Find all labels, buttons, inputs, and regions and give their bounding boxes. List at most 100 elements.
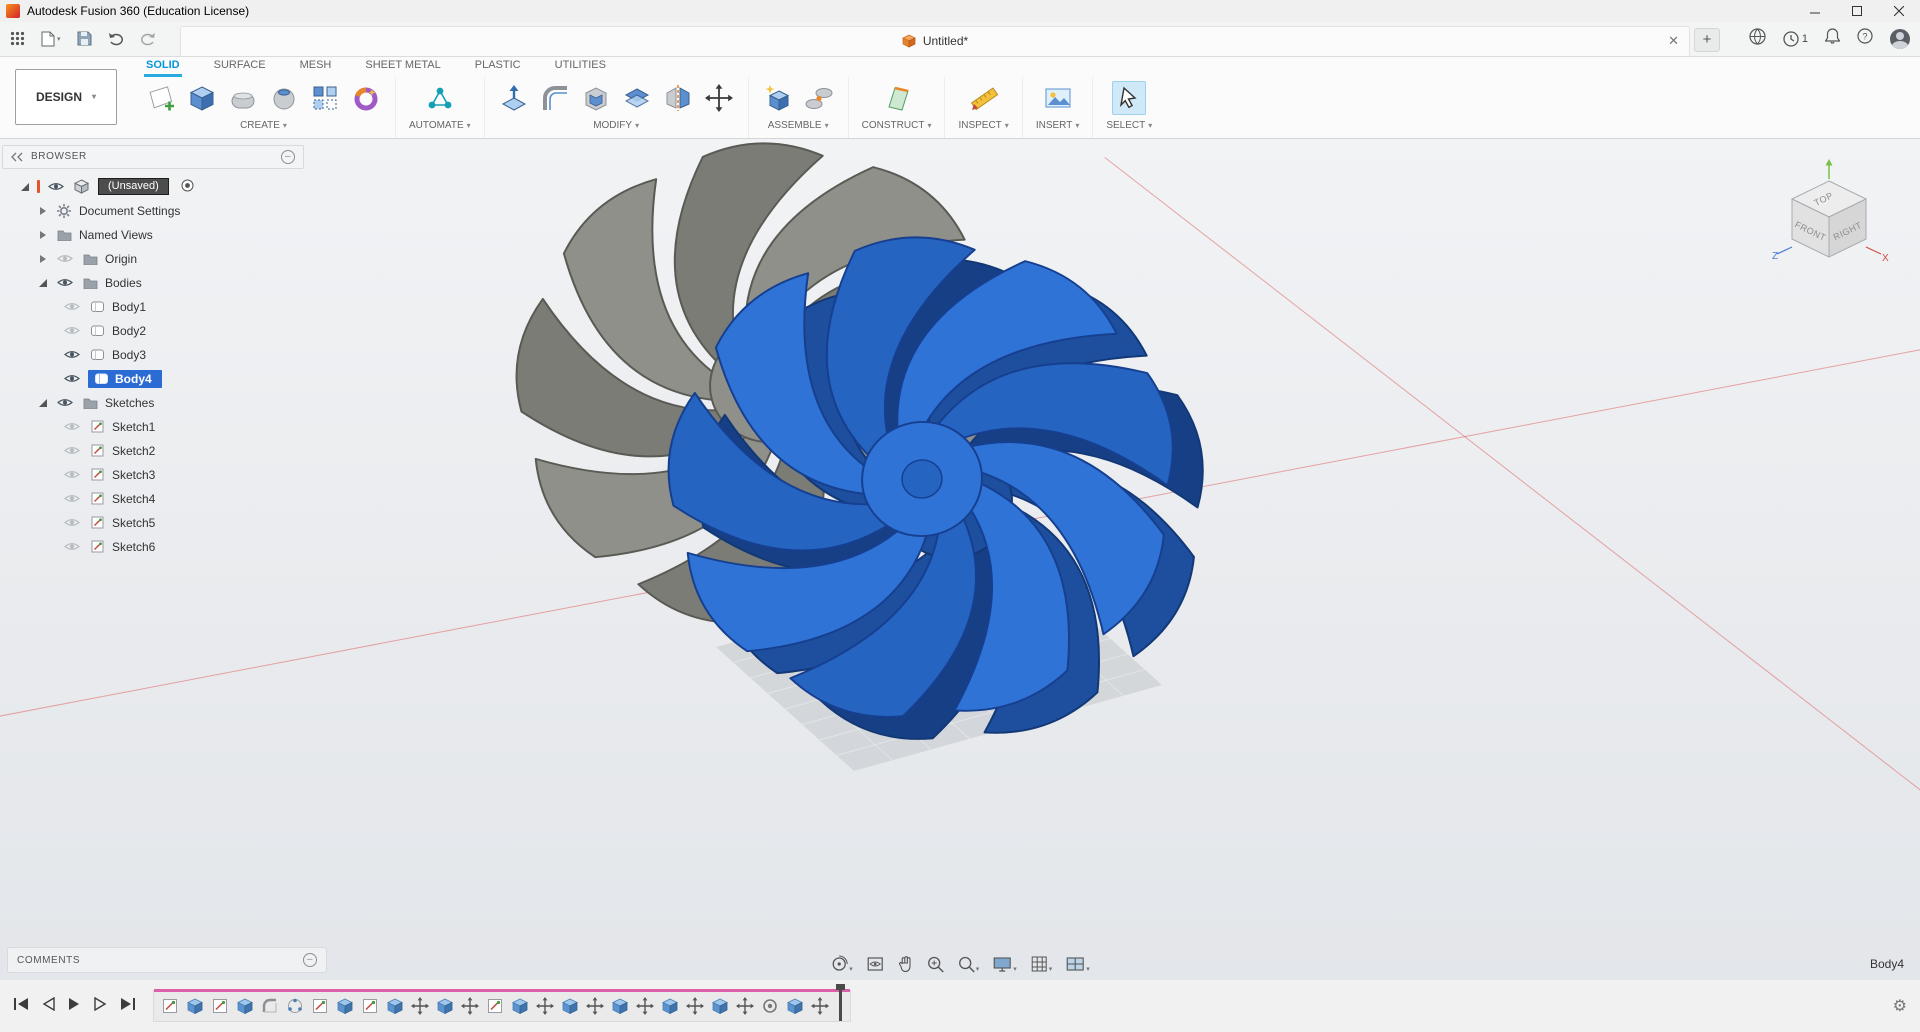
skip-to-end-button[interactable] <box>120 997 136 1016</box>
tab-surface[interactable]: SURFACE <box>212 57 268 77</box>
panel-minimize-icon[interactable]: – <box>281 149 295 164</box>
pattern-tool-button[interactable] <box>309 82 341 114</box>
visibility-eye-icon[interactable] <box>62 493 82 504</box>
inspect-dropdown[interactable]: INSPECT ▾ <box>958 120 1008 131</box>
timeline-position-marker[interactable] <box>836 984 845 1022</box>
comments-expand-icon[interactable]: – <box>303 953 317 968</box>
tab-mesh[interactable]: MESH <box>298 57 334 77</box>
viewport-3d[interactable]: TOP FRONT RIGHT Z X BROWSER – (Unsaved) … <box>0 138 1920 981</box>
view-cube[interactable]: TOP FRONT RIGHT Z X <box>1764 157 1894 287</box>
automate-tool-button[interactable] <box>424 82 456 114</box>
joint-button[interactable] <box>803 82 835 114</box>
revolve-tool-button[interactable] <box>268 82 300 114</box>
visibility-eye-icon[interactable] <box>62 301 82 312</box>
tree-item-body3[interactable]: Body3 <box>2 343 304 367</box>
expand-icon[interactable] <box>36 398 49 407</box>
visibility-eye-icon[interactable] <box>62 541 82 552</box>
timeline-feature-extrude[interactable] <box>435 996 455 1016</box>
close-button[interactable] <box>1878 0 1920 22</box>
create-sketch-button[interactable] <box>145 82 177 114</box>
zoom-window-tool[interactable] <box>926 955 944 973</box>
tab-plastic[interactable]: PLASTIC <box>473 57 523 77</box>
comments-bar[interactable]: COMMENTS – <box>7 947 327 974</box>
visibility-eye-icon[interactable] <box>55 277 75 288</box>
tree-item-document-settings[interactable]: Document Settings <box>2 199 304 223</box>
workspace-switcher[interactable]: DESIGN ▾ <box>15 68 117 125</box>
timeline-feature-sketch[interactable] <box>310 996 330 1016</box>
tree-item-body4-selected[interactable]: Body4 <box>2 367 304 391</box>
timeline-feature-move[interactable] <box>635 996 655 1016</box>
fit-view-tool[interactable]: ▾ <box>957 955 979 973</box>
app-grid-icon[interactable] <box>10 31 25 46</box>
play-button[interactable] <box>68 997 81 1016</box>
expand-icon[interactable] <box>36 206 49 215</box>
split-body-button[interactable] <box>662 82 694 114</box>
minimize-button[interactable] <box>1794 0 1836 22</box>
orbit-tool[interactable]: ▾ <box>830 955 853 973</box>
grid-snap-tool[interactable]: ▾ <box>1030 955 1052 973</box>
timeline-feature-move[interactable] <box>585 996 605 1016</box>
timeline-feature-move[interactable] <box>810 996 830 1016</box>
construct-plane-button[interactable] <box>881 82 913 114</box>
timeline-feature-move[interactable] <box>535 996 555 1016</box>
timeline-feature-extrude[interactable] <box>710 996 730 1016</box>
timeline-feature-extrude[interactable] <box>610 996 630 1016</box>
modify-dropdown[interactable]: MODIFY ▾ <box>593 120 639 131</box>
new-tab-button[interactable]: + <box>1694 27 1720 52</box>
timeline-feature-extrude[interactable] <box>385 996 405 1016</box>
timeline-feature-move[interactable] <box>735 996 755 1016</box>
tree-item-named-views[interactable]: Named Views <box>2 223 304 247</box>
shell-button[interactable] <box>580 82 612 114</box>
tree-item-sketch4[interactable]: Sketch4 <box>2 487 304 511</box>
insert-canvas-button[interactable] <box>1042 82 1074 114</box>
move-copy-button[interactable] <box>703 82 735 114</box>
timeline-feature-move[interactable] <box>685 996 705 1016</box>
collapse-panel-icon[interactable] <box>11 152 23 162</box>
extensions-icon[interactable] <box>1749 28 1766 50</box>
timeline-feature-sketch[interactable] <box>360 996 380 1016</box>
construct-dropdown[interactable]: CONSTRUCT ▾ <box>862 120 932 131</box>
tree-item-sketches[interactable]: Sketches <box>2 391 304 415</box>
timeline-feature-extrude[interactable] <box>785 996 805 1016</box>
timeline-settings-gear-icon[interactable]: ⚙ <box>1893 996 1907 1016</box>
coil-tool-button[interactable] <box>350 82 382 114</box>
save-icon[interactable] <box>77 31 92 46</box>
job-status-icon[interactable]: 1 <box>1783 31 1808 47</box>
pan-tool[interactable] <box>897 955 913 973</box>
visibility-eye-icon[interactable] <box>62 421 82 432</box>
tab-solid[interactable]: SOLID <box>144 57 182 77</box>
select-tool-button[interactable] <box>1112 80 1147 115</box>
assemble-dropdown[interactable]: ASSEMBLE ▾ <box>768 120 829 131</box>
activate-component-radio[interactable] <box>181 179 194 195</box>
visibility-eye-icon[interactable] <box>46 181 66 192</box>
step-back-button[interactable] <box>42 996 55 1016</box>
timeline-feature-extrude[interactable] <box>185 996 205 1016</box>
timeline-feature-fillet[interactable] <box>260 996 280 1016</box>
timeline-feature-sketch[interactable] <box>210 996 230 1016</box>
visibility-eye-icon[interactable] <box>62 349 82 360</box>
document-tab[interactable]: Untitled* ✕ <box>180 25 1690 56</box>
tree-item-body2[interactable]: Body2 <box>2 319 304 343</box>
maximize-button[interactable] <box>1836 0 1878 22</box>
browser-header[interactable]: BROWSER – <box>2 144 304 169</box>
look-at-tool[interactable] <box>866 955 884 973</box>
new-component-button[interactable] <box>762 82 794 114</box>
automate-dropdown[interactable]: AUTOMATE ▾ <box>409 120 471 131</box>
file-menu-icon[interactable]: ▾ <box>41 31 61 47</box>
viewports-tool[interactable]: ▾ <box>1065 955 1090 973</box>
undo-icon[interactable] <box>108 32 124 46</box>
timeline-feature-sketch[interactable] <box>485 996 505 1016</box>
timeline-feature-extrude[interactable] <box>335 996 355 1016</box>
offset-face-button[interactable] <box>621 82 653 114</box>
selected-row-highlight[interactable]: Body4 <box>88 369 162 388</box>
timeline-scrubber-track[interactable] <box>154 989 850 993</box>
tree-item-sketch3[interactable]: Sketch3 <box>2 463 304 487</box>
timeline-feature-move[interactable] <box>460 996 480 1016</box>
visibility-eye-icon[interactable] <box>62 517 82 528</box>
tree-item-sketch2[interactable]: Sketch2 <box>2 439 304 463</box>
box-tool-button[interactable] <box>186 82 218 114</box>
close-tab-icon[interactable]: ✕ <box>1668 33 1679 49</box>
timeline-feature-extrude[interactable] <box>660 996 680 1016</box>
select-dropdown[interactable]: SELECT ▾ <box>1106 120 1152 131</box>
help-icon[interactable]: ? <box>1857 28 1873 49</box>
